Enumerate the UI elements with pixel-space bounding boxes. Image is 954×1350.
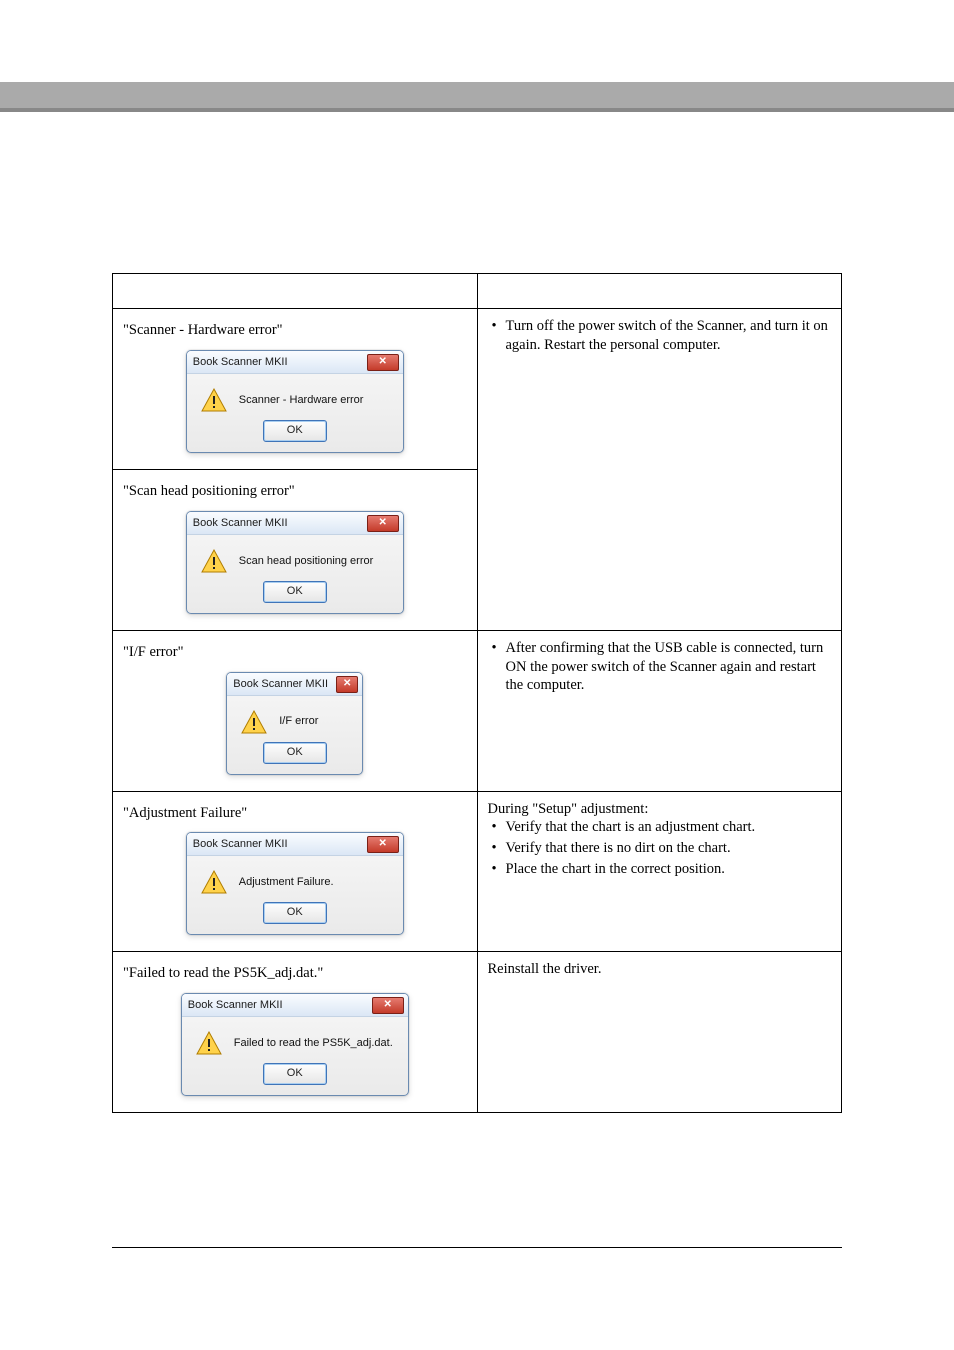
error-name: Scanner - Hardware error [129, 322, 277, 338]
dialog-body: I/F error [227, 696, 362, 742]
dialog-body: Scan head positioning error [187, 535, 403, 581]
dialog-scanhead-error: Book Scanner MKII ✕ Scan head positionin… [186, 511, 404, 614]
warning-icon [201, 549, 227, 573]
remedy-item: Turn off the power switch of the Scanner… [506, 317, 832, 355]
dialog-adjust-failure: Book Scanner MKII ✕ Adjustment Failure. [186, 832, 404, 935]
close-icon[interactable]: ✕ [367, 354, 399, 371]
ok-button[interactable]: OK [263, 581, 327, 603]
ok-button[interactable]: OK [263, 902, 327, 924]
quote-close: " [241, 805, 247, 821]
remedy-cell-hardware: Turn off the power switch of the Scanner… [477, 309, 842, 631]
dialog-title: Book Scanner MKII [193, 356, 288, 368]
error-name: Scan head positioning error [129, 483, 289, 499]
remedy-cell-if: After confirming that the USB cable is c… [477, 630, 842, 791]
dialog-body: Scanner - Hardware error [187, 374, 403, 420]
close-icon[interactable]: ✕ [367, 515, 399, 532]
dialog-body: Failed to read the PS5K_adj.dat. [182, 1017, 408, 1063]
dialog-titlebar: Book Scanner MKII ✕ [182, 994, 408, 1017]
dialog-body: Adjustment Failure. [187, 856, 403, 902]
error-table: "Scanner - Hardware error" Book Scanner … [112, 273, 842, 1113]
warning-icon [196, 1031, 222, 1055]
document-page: "Scanner - Hardware error" Book Scanner … [0, 0, 954, 1350]
table-row: "Scanner - Hardware error" Book Scanner … [113, 309, 842, 470]
error-label: "Failed to read the PS5K_adj.dat." [123, 964, 467, 983]
error-name: Failed to read the PS5K_adj.dat. [129, 965, 317, 981]
header-band [0, 82, 954, 112]
error-cell-hardware: "Scanner - Hardware error" Book Scanner … [113, 309, 478, 470]
error-label: "I/F error" [123, 643, 467, 662]
dialog-ps5k-failure: Book Scanner MKII ✕ Failed to read the P… [181, 993, 409, 1096]
remedy-list: Turn off the power switch of the Scanner… [488, 317, 832, 355]
footer-rule [112, 1247, 842, 1248]
warning-icon [201, 388, 227, 412]
remedy-lead: Reinstall the driver. [488, 960, 832, 979]
quote-close: " [317, 965, 323, 981]
quote-close: " [178, 644, 184, 660]
error-table-wrap: "Scanner - Hardware error" Book Scanner … [112, 273, 842, 1113]
ok-button[interactable]: OK [263, 1063, 327, 1085]
dialog-message: Adjustment Failure. [239, 875, 334, 889]
error-label: "Adjustment Failure" [123, 804, 467, 823]
dialog-message: Scan head positioning error [239, 554, 374, 568]
dialog-if-error: Book Scanner MKII ✕ I/F error OK [226, 672, 363, 775]
table-row: "Failed to read the PS5K_adj.dat." Book … [113, 952, 842, 1113]
dialog-titlebar: Book Scanner MKII ✕ [187, 833, 403, 856]
error-cell-adjust: "Adjustment Failure" Book Scanner MKII ✕ [113, 791, 478, 952]
error-name: Adjustment Failure [129, 805, 241, 821]
dialog-button-row: OK [187, 902, 403, 934]
ok-button[interactable]: OK [263, 742, 327, 764]
remedy-item: Place the chart in the correct position. [506, 860, 832, 879]
remedy-cell-ps5k: Reinstall the driver. [477, 952, 842, 1113]
dialog-titlebar: Book Scanner MKII ✕ [227, 673, 362, 696]
remedy-lead: During "Setup" adjustment: [488, 800, 832, 819]
error-label: "Scanner - Hardware error" [123, 321, 467, 340]
ok-button[interactable]: OK [263, 420, 327, 442]
remedy-list: Verify that the chart is an adjustment c… [488, 818, 832, 879]
dialog-message: Scanner - Hardware error [239, 393, 364, 407]
dialog-message: I/F error [279, 714, 318, 728]
col-header-left [113, 274, 478, 309]
dialog-titlebar: Book Scanner MKII ✕ [187, 351, 403, 374]
error-name: I/F error [129, 644, 178, 660]
dialog-message: Failed to read the PS5K_adj.dat. [234, 1036, 393, 1050]
error-cell-scanhead: "Scan head positioning error" Book Scann… [113, 469, 478, 630]
close-icon[interactable]: ✕ [367, 836, 399, 853]
dialog-button-row: OK [187, 581, 403, 613]
dialog-title: Book Scanner MKII [193, 838, 288, 850]
col-header-right [477, 274, 842, 309]
remedy-item: Verify that there is no dirt on the char… [506, 839, 832, 858]
close-icon[interactable]: ✕ [336, 676, 358, 693]
dialog-title: Book Scanner MKII [193, 517, 288, 529]
close-icon[interactable]: ✕ [372, 997, 404, 1014]
dialog-button-row: OK [187, 420, 403, 452]
table-row: "Adjustment Failure" Book Scanner MKII ✕ [113, 791, 842, 952]
dialog-title: Book Scanner MKII [233, 678, 328, 690]
remedy-cell-adjust: During "Setup" adjustment: Verify that t… [477, 791, 842, 952]
dialog-title: Book Scanner MKII [188, 999, 283, 1011]
dialog-button-row: OK [182, 1063, 408, 1095]
dialog-button-row: OK [227, 742, 362, 774]
remedy-item: Verify that the chart is an adjustment c… [506, 818, 832, 837]
warning-icon [241, 710, 267, 734]
error-cell-if: "I/F error" Book Scanner MKII ✕ [113, 630, 478, 791]
warning-icon [201, 870, 227, 894]
error-label: "Scan head positioning error" [123, 482, 467, 501]
dialog-titlebar: Book Scanner MKII ✕ [187, 512, 403, 535]
dialog-hardware-error: Book Scanner MKII ✕ Scanner - Hardware e… [186, 350, 404, 453]
remedy-item: After confirming that the USB cable is c… [506, 639, 832, 696]
error-cell-ps5k: "Failed to read the PS5K_adj.dat." Book … [113, 952, 478, 1113]
table-row: "I/F error" Book Scanner MKII ✕ [113, 630, 842, 791]
quote-close: " [277, 322, 283, 338]
remedy-list: After confirming that the USB cable is c… [488, 639, 832, 696]
quote-close: " [289, 483, 295, 499]
